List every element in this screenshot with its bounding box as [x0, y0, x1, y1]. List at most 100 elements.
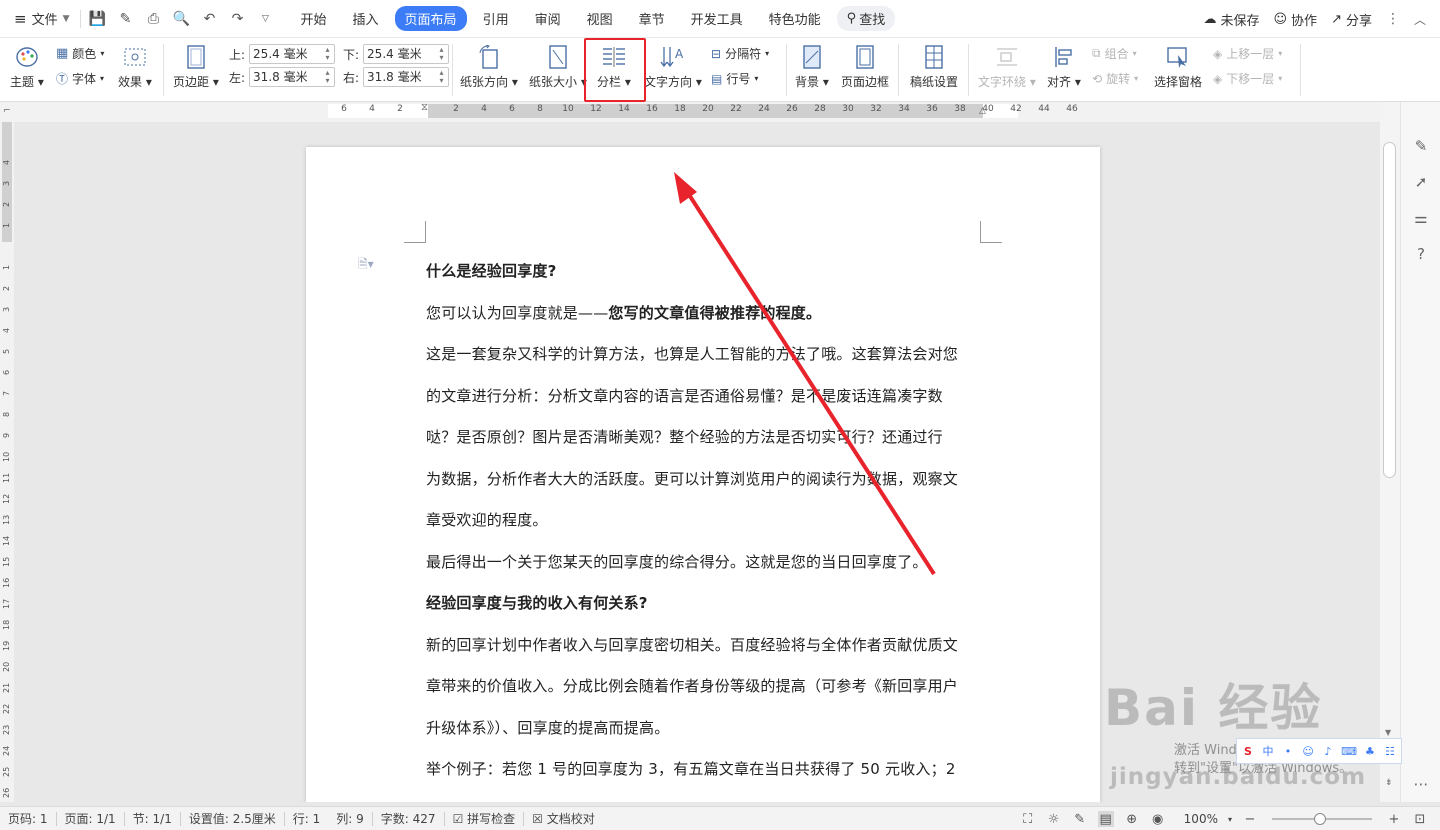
web-view-icon[interactable]: ⊕ — [1124, 811, 1140, 827]
read-mode-icon[interactable]: ◉ — [1150, 811, 1166, 827]
status-section[interactable]: 节: 1/1 — [125, 810, 180, 827]
customize-chevron-icon[interactable]: ▽ — [257, 10, 275, 28]
print-icon[interactable]: ⎙ — [145, 10, 163, 28]
scroll-down-icon[interactable]: ▼ — [1385, 728, 1391, 737]
indent-marker-icon[interactable]: ⧖ — [421, 102, 428, 113]
orientation-button[interactable]: 纸张方向 ▾ — [460, 44, 518, 90]
rotate-button[interactable]: ⟲ 旋转 ▾ — [1092, 70, 1138, 87]
zoom-slider-knob[interactable] — [1314, 813, 1326, 825]
unsaved-button[interactable]: ☁ 未保存 — [1203, 10, 1259, 29]
hamburger-icon[interactable]: ≡ — [14, 10, 27, 28]
tab-insert[interactable]: 插入 — [343, 6, 389, 31]
color-grid-icon: ▦ — [56, 46, 69, 61]
margin-left-input[interactable]: 31.8 毫米 — [249, 67, 336, 87]
group-button[interactable]: ⧉ 组合 ▾ — [1092, 45, 1137, 62]
format-painter-icon[interactable]: ✎ — [117, 10, 135, 28]
tab-stop-selector-icon[interactable]: ⌐ — [3, 106, 11, 116]
help-icon[interactable]: ? — [1411, 244, 1431, 264]
more-vertical-icon[interactable]: ⋮ — [1386, 11, 1400, 27]
ime-emoji-icon[interactable]: ☺ — [1301, 743, 1315, 759]
zoom-slider[interactable] — [1272, 813, 1372, 825]
zoom-in-icon[interactable]: + — [1386, 811, 1402, 827]
vertical-ruler[interactable]: 4 3 2 1 1 2 3 4 5 6 7 8 9 10 11 12 13 14 15 16 17 18 19 20 21 22 2… — [0, 122, 14, 802]
tab-references[interactable]: 引用 — [473, 6, 519, 31]
document-page[interactable]: 🗎▾ 什么是经验回享度? 您可以认为回享度就是——您写的文章值得被推荐的程度。 … — [306, 147, 1100, 802]
ime-punct-icon[interactable]: • — [1281, 743, 1295, 759]
margin-right-input[interactable]: 31.8 毫米 — [363, 67, 450, 87]
undo-icon[interactable]: ↶ — [201, 10, 219, 28]
fonts-button[interactable]: Ⓣ 字体 ▾ — [56, 70, 104, 87]
margin-top-field[interactable]: 上: 25.4 毫米 — [229, 44, 336, 64]
margin-right-field[interactable]: 右: 31.8 毫米 — [343, 67, 450, 87]
status-word-count[interactable]: 字数: 427 — [373, 810, 444, 827]
settings-sliders-icon[interactable]: ⚌ — [1411, 208, 1431, 228]
effects-button[interactable]: 效果 ▾ — [118, 44, 152, 90]
tab-view[interactable]: 视图 — [577, 6, 623, 31]
scrollbar-thumb[interactable] — [1383, 142, 1396, 478]
background-button[interactable]: 背景 ▾ — [795, 44, 829, 90]
ime-mic-icon[interactable]: ♪ — [1321, 743, 1335, 759]
right-indent-marker-icon[interactable]: △ — [979, 106, 986, 116]
paper-size-button[interactable]: 纸张大小 ▾ — [529, 44, 587, 90]
separator-button[interactable]: ⊟ 分隔符 ▾ — [711, 45, 769, 62]
align-button[interactable]: 对齐 ▾ — [1047, 44, 1081, 90]
spell-check-button[interactable]: ☑ 拼写检查 — [445, 810, 524, 827]
fullscreen-icon[interactable]: ⛶ — [1020, 811, 1036, 827]
margin-bottom-input[interactable]: 25.4 毫米 — [363, 44, 450, 64]
tab-special-features[interactable]: 特色功能 — [759, 6, 831, 31]
margin-top-input[interactable]: 25.4 毫米 — [249, 44, 336, 64]
document-area[interactable]: 🗎▾ 什么是经验回享度? 您可以认为回享度就是——您写的文章值得被推荐的程度。 … — [14, 122, 1380, 802]
ime-keyboard-icon[interactable]: ⌨ — [1341, 743, 1357, 759]
search-button[interactable]: ⚲ 查找 — [836, 6, 896, 31]
select-cursor-icon[interactable]: ➚ — [1411, 172, 1431, 192]
text-direction-button[interactable]: A 文字方向 ▾ — [644, 44, 702, 90]
ime-menu-icon[interactable]: ☷ — [1383, 743, 1397, 759]
colors-button[interactable]: ▦ 颜色 ▾ — [56, 45, 104, 62]
ime-skin-icon[interactable]: ♣ — [1363, 743, 1377, 759]
tab-review[interactable]: 审阅 — [525, 6, 571, 31]
ime-lang-icon[interactable]: 中 — [1261, 743, 1275, 759]
zoom-level[interactable]: 100% — [1184, 812, 1218, 826]
edit-mode-icon[interactable]: ✎ — [1072, 811, 1088, 827]
bring-forward-button[interactable]: ◈ 上移一层 ▾ — [1213, 45, 1282, 62]
vertical-scrollbar[interactable]: ▼ ⇞ ⇟ — [1380, 102, 1400, 802]
manuscript-button[interactable]: 稿纸设置 — [910, 44, 958, 90]
tab-page-layout[interactable]: 页面布局 — [394, 6, 467, 31]
margin-left-field[interactable]: 左: 31.8 毫米 — [229, 67, 336, 87]
status-setting[interactable]: 设置值: 2.5厘米 — [181, 810, 284, 827]
page-border-button[interactable]: 页面边框 — [841, 44, 889, 90]
line-number-button[interactable]: ▤ 行号 ▾ — [711, 70, 758, 87]
paragraph-handle-icon[interactable]: 🗎▾ — [358, 255, 374, 276]
tab-home[interactable]: 开始 — [291, 6, 337, 31]
ime-toolbar[interactable]: S 中 • ☺ ♪ ⌨ ♣ ☷ — [1236, 738, 1402, 764]
file-menu[interactable]: ≡ 文件 ▼ — [0, 9, 80, 29]
tab-developer[interactable]: 开发工具 — [681, 6, 753, 31]
zoom-dropdown-icon[interactable]: ▾ — [1228, 815, 1232, 824]
status-page-number[interactable]: 页码: 1 — [0, 810, 56, 827]
status-pages[interactable]: 页面: 1/1 — [57, 810, 124, 827]
doc-check-button[interactable]: ☒ 文档校对 — [524, 810, 603, 827]
page-view-icon[interactable]: ▤ — [1097, 811, 1114, 827]
margin-bottom-field[interactable]: 下: 25.4 毫米 — [343, 44, 450, 64]
print-preview-icon[interactable]: 🔍 — [173, 10, 191, 28]
margins-button[interactable]: 页边距 ▾ — [173, 44, 219, 90]
redo-icon[interactable]: ↷ — [229, 10, 247, 28]
next-page-icon[interactable]: ⇟ — [1385, 778, 1393, 788]
eye-protect-icon[interactable]: ☼ — [1046, 811, 1062, 827]
tab-chapter[interactable]: 章节 — [629, 6, 675, 31]
fit-page-icon[interactable]: ⊡ — [1412, 811, 1428, 827]
selection-pane-button[interactable]: 选择窗格 — [1154, 44, 1202, 90]
document-body[interactable]: 什么是经验回享度? 您可以认为回享度就是——您写的文章值得被推荐的程度。 这是一… — [426, 251, 982, 802]
edit-pen-icon[interactable]: ✎ — [1411, 136, 1431, 156]
text-wrap-button[interactable]: 文字环绕 ▾ — [978, 44, 1036, 90]
share-button[interactable]: ↗ 分享 — [1331, 10, 1372, 29]
horizontal-ruler[interactable]: ⌐ 6 4 2 2 4 6 8 10 12 14 16 18 20 22 24 26 28 30 32 34 36 38 4… — [0, 102, 1440, 122]
ime-logo-icon[interactable]: S — [1241, 743, 1255, 759]
save-icon[interactable]: 💾 — [89, 10, 107, 28]
theme-button[interactable]: 主题 ▾ — [10, 44, 44, 90]
collapse-ribbon-icon[interactable]: ︿ — [1414, 11, 1426, 28]
more-horizontal-icon[interactable]: ⋯ — [1411, 774, 1431, 794]
collab-button[interactable]: ☺ 协作 — [1273, 10, 1317, 29]
send-backward-button[interactable]: ◈ 下移一层 ▾ — [1213, 70, 1282, 87]
zoom-out-icon[interactable]: − — [1242, 811, 1258, 827]
